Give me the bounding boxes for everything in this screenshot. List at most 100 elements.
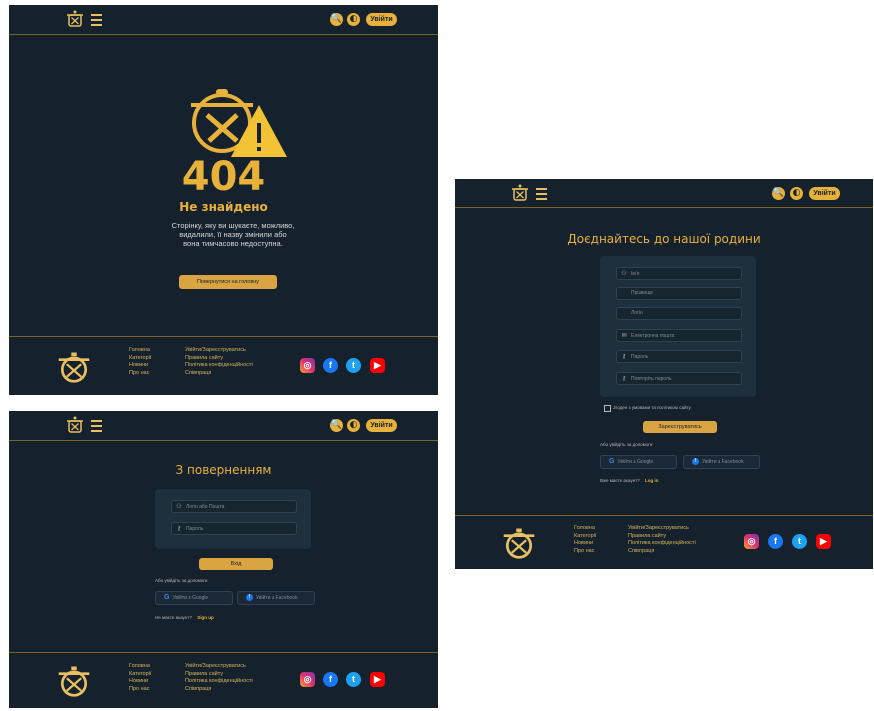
instagram-icon[interactable]: ◎: [300, 672, 315, 687]
pot-warning-illustration: [191, 89, 287, 157]
password-input[interactable]: ⚷ Пароль: [171, 522, 297, 535]
facebook-login-button[interactable]: f Увійти з Facebook: [683, 455, 760, 469]
footer-link[interactable]: Категорії: [129, 671, 151, 679]
register-screen: 🔍 ◐ Увійти Доєднайтесь до нашої родини ⚇…: [455, 179, 873, 569]
instagram-icon[interactable]: ◎: [300, 358, 315, 373]
footer-nav-primary: Головна Категорії Новини Про нас: [574, 525, 596, 555]
menu-icon[interactable]: [91, 14, 102, 26]
facebook-small-icon: f: [246, 594, 253, 602]
footer-link[interactable]: Політика конфіденційності: [185, 362, 253, 370]
facebook-icon[interactable]: f: [323, 358, 338, 373]
login-button[interactable]: Увійти: [809, 187, 840, 200]
footer-link[interactable]: Новини: [129, 362, 151, 370]
footer-link[interactable]: Головна: [129, 347, 151, 355]
login-input[interactable]: Логін: [616, 307, 742, 320]
login-prompt: Вже маєте акаунт? Log in: [600, 478, 659, 483]
name-input[interactable]: ⚇ Ім'я: [616, 267, 742, 280]
footer-link[interactable]: Увійти/Зареєструватись: [185, 347, 253, 355]
pot-footer-logo-icon: [503, 528, 535, 559]
pot-footer-logo-icon: [58, 666, 90, 697]
mail-icon: ✉: [621, 332, 627, 339]
not-found-screen: 🔍 ◐ Увійти 404 Не знайдено Сторінку, яку…: [9, 5, 438, 395]
footer-link[interactable]: Про нас: [129, 370, 151, 378]
pot-logo-icon[interactable]: [65, 415, 85, 435]
search-button[interactable]: 🔍: [772, 187, 785, 200]
login-button[interactable]: Увійти: [366, 13, 397, 26]
footer-link[interactable]: Категорії: [574, 533, 596, 541]
footer-link[interactable]: Співпраця: [628, 548, 696, 556]
header: 🔍 ◐ Увійти: [455, 179, 873, 208]
footer-link[interactable]: Про нас: [574, 548, 596, 556]
footer-link[interactable]: Категорії: [129, 355, 151, 363]
facebook-icon[interactable]: f: [323, 672, 338, 687]
register-title: Доєднайтесь до нашої родини: [567, 232, 761, 246]
twitter-icon[interactable]: t: [346, 358, 361, 373]
back-home-button[interactable]: Повернутися на головну: [179, 275, 277, 289]
agree-label: Згоден з умовами та політикою сайту: [613, 405, 691, 410]
twitter-icon[interactable]: t: [346, 672, 361, 687]
user-icon: ⚇: [176, 503, 182, 510]
footer-link[interactable]: Співпраця: [185, 686, 253, 694]
menu-icon[interactable]: [91, 420, 102, 432]
agree-checkbox[interactable]: [604, 405, 611, 412]
footer-nav-secondary: Увійти/Зареєструватись Правила сайту Пол…: [185, 663, 253, 693]
youtube-icon[interactable]: ▶: [816, 534, 831, 549]
register-submit-button[interactable]: Зареєструватись: [643, 421, 717, 433]
footer: Головна Категорії Новини Про нас Увійти/…: [9, 336, 438, 395]
login-title: З поверненням: [175, 463, 272, 477]
footer-nav-secondary: Увійти/Зареєструватись Правила сайту Пол…: [628, 525, 696, 555]
footer-link[interactable]: Новини: [574, 540, 596, 548]
facebook-icon[interactable]: f: [768, 534, 783, 549]
menu-icon[interactable]: [536, 188, 547, 200]
footer: Головна Категорії Новини Про нас Увійти/…: [455, 515, 873, 569]
footer-nav-primary: Головна Категорії Новини Про нас: [129, 347, 151, 377]
footer-link[interactable]: Співпраця: [185, 370, 253, 378]
footer-link[interactable]: Головна: [574, 525, 596, 533]
login-link[interactable]: Log in: [645, 478, 659, 483]
footer-link[interactable]: Новини: [129, 678, 151, 686]
email-input[interactable]: ✉ Електронна пошта: [616, 329, 742, 342]
footer-nav-primary: Головна Категорії Новини Про нас: [129, 663, 151, 693]
pot-logo-icon[interactable]: [65, 9, 85, 29]
login-form-card: ⚇ Логін або Пошта ⚷ Пароль: [155, 489, 311, 549]
login-input[interactable]: ⚇ Логін або Пошта: [171, 500, 297, 513]
password-input[interactable]: ⚷ Пароль: [616, 350, 742, 363]
footer-link[interactable]: Правила сайту: [185, 355, 253, 363]
google-login-button[interactable]: G Увійти з Google: [600, 455, 677, 469]
footer-link[interactable]: Увійти/Зареєструватись: [185, 663, 253, 671]
key-icon: ⚷: [621, 353, 627, 360]
footer-link[interactable]: Правила сайту: [628, 533, 696, 541]
alt-login-text: Або увійдіть за допомоги: [600, 442, 653, 447]
theme-toggle-button[interactable]: ◐: [790, 187, 803, 200]
signup-link[interactable]: Sign up: [197, 615, 214, 620]
footer-link[interactable]: Політика конфіденційності: [628, 540, 696, 548]
login-submit-button[interactable]: Вхід: [199, 558, 273, 570]
key-icon: ⚷: [621, 375, 627, 382]
facebook-login-button[interactable]: f Увійти з Facebook: [237, 591, 315, 605]
login-button[interactable]: Увійти: [366, 419, 397, 432]
alt-login-text: Або увійдіть за допомоги: [155, 578, 208, 583]
google-login-button[interactable]: G Увійти з Google: [155, 591, 233, 605]
search-button[interactable]: 🔍: [330, 419, 343, 432]
youtube-icon[interactable]: ▶: [370, 358, 385, 373]
user-icon: ⚇: [621, 270, 627, 277]
pot-logo-icon[interactable]: [510, 183, 530, 203]
twitter-icon[interactable]: t: [792, 534, 807, 549]
footer: Головна Категорії Новини Про нас Увійти/…: [9, 652, 438, 708]
instagram-icon[interactable]: ◎: [744, 534, 759, 549]
footer-link[interactable]: Політика конфіденційності: [185, 678, 253, 686]
footer-link[interactable]: Про нас: [129, 686, 151, 694]
footer-link[interactable]: Головна: [129, 663, 151, 671]
youtube-icon[interactable]: ▶: [370, 672, 385, 687]
pot-footer-logo-icon: [58, 352, 90, 383]
error-message: Сторінку, яку ви шукаєте, можливо, видал…: [171, 221, 295, 248]
search-button[interactable]: 🔍: [330, 13, 343, 26]
register-form-card: ⚇ Ім'я Прізвище Логін ✉ Електронна пошта ⚷…: [600, 256, 756, 397]
theme-toggle-button[interactable]: ◐: [347, 13, 360, 26]
footer-link[interactable]: Правила сайту: [185, 671, 253, 679]
error-code: 404: [181, 154, 266, 200]
footer-link[interactable]: Увійти/Зареєструватись: [628, 525, 696, 533]
theme-toggle-button[interactable]: ◐: [347, 419, 360, 432]
surname-input[interactable]: Прізвище: [616, 287, 742, 300]
repeat-password-input[interactable]: ⚷ Повторіть пароль: [616, 372, 742, 385]
